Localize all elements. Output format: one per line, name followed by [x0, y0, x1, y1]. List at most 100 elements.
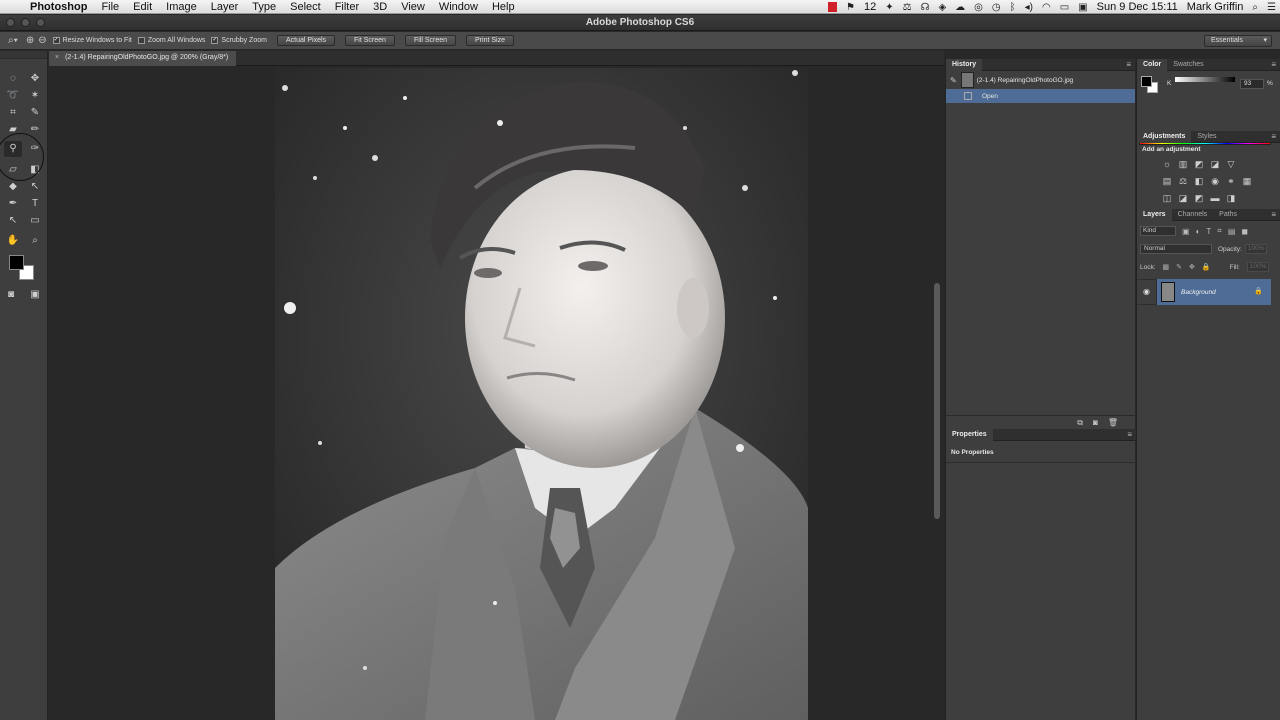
- lock-all-icon[interactable]: 🔒: [1202, 263, 1211, 271]
- zoom-tool-preset-icon[interactable]: ⌕▾: [8, 35, 18, 46]
- bag-icon[interactable]: ◈: [938, 2, 946, 13]
- menu-photoshop[interactable]: Photoshop: [26, 1, 94, 13]
- eraser-tool-icon[interactable]: ▱: [4, 162, 22, 178]
- vertical-scrollbar[interactable]: [934, 283, 940, 519]
- pixel-filter-icon[interactable]: ▣: [1182, 227, 1190, 236]
- type-filter-icon[interactable]: T: [1206, 227, 1211, 236]
- blend-mode-select[interactable]: Normal: [1140, 244, 1212, 254]
- panel-menu-icon[interactable]: ≡: [1127, 430, 1132, 439]
- dodge-tool-icon[interactable]: ↖: [26, 179, 44, 195]
- eyedropper-tool-icon[interactable]: ✎: [26, 105, 44, 121]
- tab-history[interactable]: History: [946, 58, 983, 71]
- menu-layer[interactable]: Layer: [204, 1, 246, 13]
- history-state-open[interactable]: Open: [946, 89, 1135, 103]
- magic-wand-tool-icon[interactable]: ✶: [26, 88, 44, 104]
- time-machine-icon[interactable]: ◷: [992, 2, 1001, 13]
- visibility-eye-icon[interactable]: ◉: [1137, 279, 1157, 305]
- rectangle-tool-icon[interactable]: ▭: [26, 213, 44, 229]
- type-tool-icon[interactable]: T: [26, 196, 44, 212]
- marquee-tool-icon[interactable]: ◌: [4, 71, 22, 87]
- menu-image[interactable]: Image: [159, 1, 204, 13]
- tab-color[interactable]: Color: [1137, 58, 1168, 71]
- clone-stamp-tool-icon[interactable]: ⚲: [4, 141, 22, 157]
- layer-row[interactable]: ◉ Background 🔒: [1137, 279, 1271, 305]
- menu-help[interactable]: Help: [485, 1, 522, 13]
- zoom-tool-icon[interactable]: ⌕: [26, 233, 44, 249]
- menu-edit[interactable]: Edit: [126, 1, 159, 13]
- lock-position-icon[interactable]: ✥: [1189, 263, 1195, 271]
- opacity-field[interactable]: 100%: [1244, 244, 1267, 254]
- hue-saturation-icon[interactable]: ▤: [1159, 176, 1175, 187]
- quick-mask-icon[interactable]: ◙: [2, 287, 20, 303]
- channel-mixer-icon[interactable]: ⚭: [1223, 176, 1239, 187]
- shape-filter-icon[interactable]: ⌗: [1217, 226, 1222, 236]
- menu-window[interactable]: Window: [432, 1, 485, 13]
- tab-layers[interactable]: Layers: [1137, 208, 1172, 221]
- scrubby-zoom-checkbox[interactable]: ✓ Scrubby Zoom: [211, 37, 267, 44]
- resize-windows-checkbox[interactable]: ✓ Resize Windows to Fit: [52, 37, 132, 44]
- tab-paths[interactable]: Paths: [1213, 209, 1243, 221]
- gradient-tool-icon[interactable]: ◧: [26, 162, 44, 178]
- fill-field[interactable]: 100%: [1246, 262, 1269, 272]
- zoom-all-windows-checkbox[interactable]: Zoom All Windows: [137, 37, 205, 44]
- flag-icon[interactable]: ▣: [1078, 2, 1087, 13]
- filter-toggle-icon[interactable]: ◼: [1241, 227, 1248, 236]
- levels-icon[interactable]: ▥: [1175, 159, 1191, 170]
- threshold-icon[interactable]: ◩: [1191, 193, 1207, 204]
- black-white-icon[interactable]: ◧: [1191, 176, 1207, 187]
- adjustment-filter-icon[interactable]: ◐: [1196, 227, 1201, 236]
- photo-canvas[interactable]: [275, 68, 808, 720]
- close-tab-icon[interactable]: ×: [55, 54, 59, 61]
- k-slider[interactable]: [1175, 77, 1235, 82]
- tab-properties[interactable]: Properties: [946, 428, 993, 441]
- tab-styles[interactable]: Styles: [1191, 131, 1222, 143]
- menu-type[interactable]: Type: [245, 1, 283, 13]
- new-snapshot-icon[interactable]: ◙: [1093, 418, 1098, 427]
- panel-menu-icon[interactable]: ≡: [1271, 210, 1276, 219]
- tab-channels[interactable]: Channels: [1172, 209, 1214, 221]
- panel-menu-icon[interactable]: ≡: [1271, 60, 1276, 69]
- hand-tool-icon[interactable]: ✋: [4, 233, 22, 249]
- blur-tool-icon[interactable]: ◆: [4, 179, 22, 195]
- app-icon[interactable]: ◎: [974, 2, 983, 13]
- lock-image-icon[interactable]: ✎: [1176, 263, 1182, 271]
- trash-icon[interactable]: 🗑: [1108, 418, 1118, 427]
- cloud-icon[interactable]: ☁: [955, 2, 965, 13]
- workspace-switcher[interactable]: Essentials: [1204, 35, 1272, 47]
- menu-filter[interactable]: Filter: [328, 1, 366, 13]
- new-document-from-state-icon[interactable]: ⧉: [1077, 418, 1083, 428]
- layer-row-selected[interactable]: Background 🔒: [1157, 279, 1271, 305]
- tab-adjustments[interactable]: Adjustments: [1137, 130, 1192, 143]
- menu-select[interactable]: Select: [283, 1, 328, 13]
- pen-tool-icon[interactable]: ✒: [4, 196, 22, 212]
- selective-color-icon[interactable]: ◨: [1223, 193, 1239, 204]
- exposure-icon[interactable]: ◪: [1207, 159, 1223, 170]
- user-name[interactable]: Mark Griffin: [1187, 1, 1244, 13]
- fill-screen-button[interactable]: Fill Screen: [404, 35, 457, 46]
- clock[interactable]: Sun 9 Dec 15:11: [1097, 1, 1178, 13]
- spotlight-search-icon[interactable]: ⌕: [1252, 2, 1258, 13]
- menu-view[interactable]: View: [394, 1, 432, 13]
- scale-icon[interactable]: ⚖: [903, 2, 912, 13]
- curves-icon[interactable]: ◩: [1191, 159, 1207, 170]
- lasso-tool-icon[interactable]: ➰: [4, 88, 22, 104]
- color-balance-icon[interactable]: ⚖: [1175, 176, 1191, 187]
- menu-file[interactable]: File: [94, 1, 126, 13]
- dropbox-icon[interactable]: ✦: [885, 2, 893, 13]
- panel-menu-icon[interactable]: ≡: [1271, 132, 1276, 141]
- history-brush-tool-icon[interactable]: ✑: [26, 141, 44, 157]
- history-brush-source-icon[interactable]: ✎: [950, 76, 957, 85]
- invert-icon[interactable]: ◫: [1159, 193, 1175, 204]
- healing-brush-tool-icon[interactable]: ▰: [4, 122, 22, 138]
- crop-tool-icon[interactable]: ⌗: [4, 105, 22, 121]
- path-selection-tool-icon[interactable]: ↖: [4, 213, 22, 229]
- lock-transparent-icon[interactable]: ▩: [1163, 263, 1170, 271]
- menu-3d[interactable]: 3D: [366, 1, 394, 13]
- bluetooth-icon[interactable]: ᛒ: [1010, 2, 1016, 13]
- brightness-contrast-icon[interactable]: ☼: [1159, 159, 1175, 170]
- fit-screen-button[interactable]: Fit Screen: [345, 35, 395, 46]
- filter-kind-select[interactable]: Kind: [1140, 226, 1176, 236]
- document-tab[interactable]: × (2-1.4) RepairingOldPhotoGO.jpg @ 200% …: [49, 51, 237, 66]
- posterize-icon[interactable]: ◪: [1175, 193, 1191, 204]
- foreground-color-chip[interactable]: [1141, 76, 1152, 87]
